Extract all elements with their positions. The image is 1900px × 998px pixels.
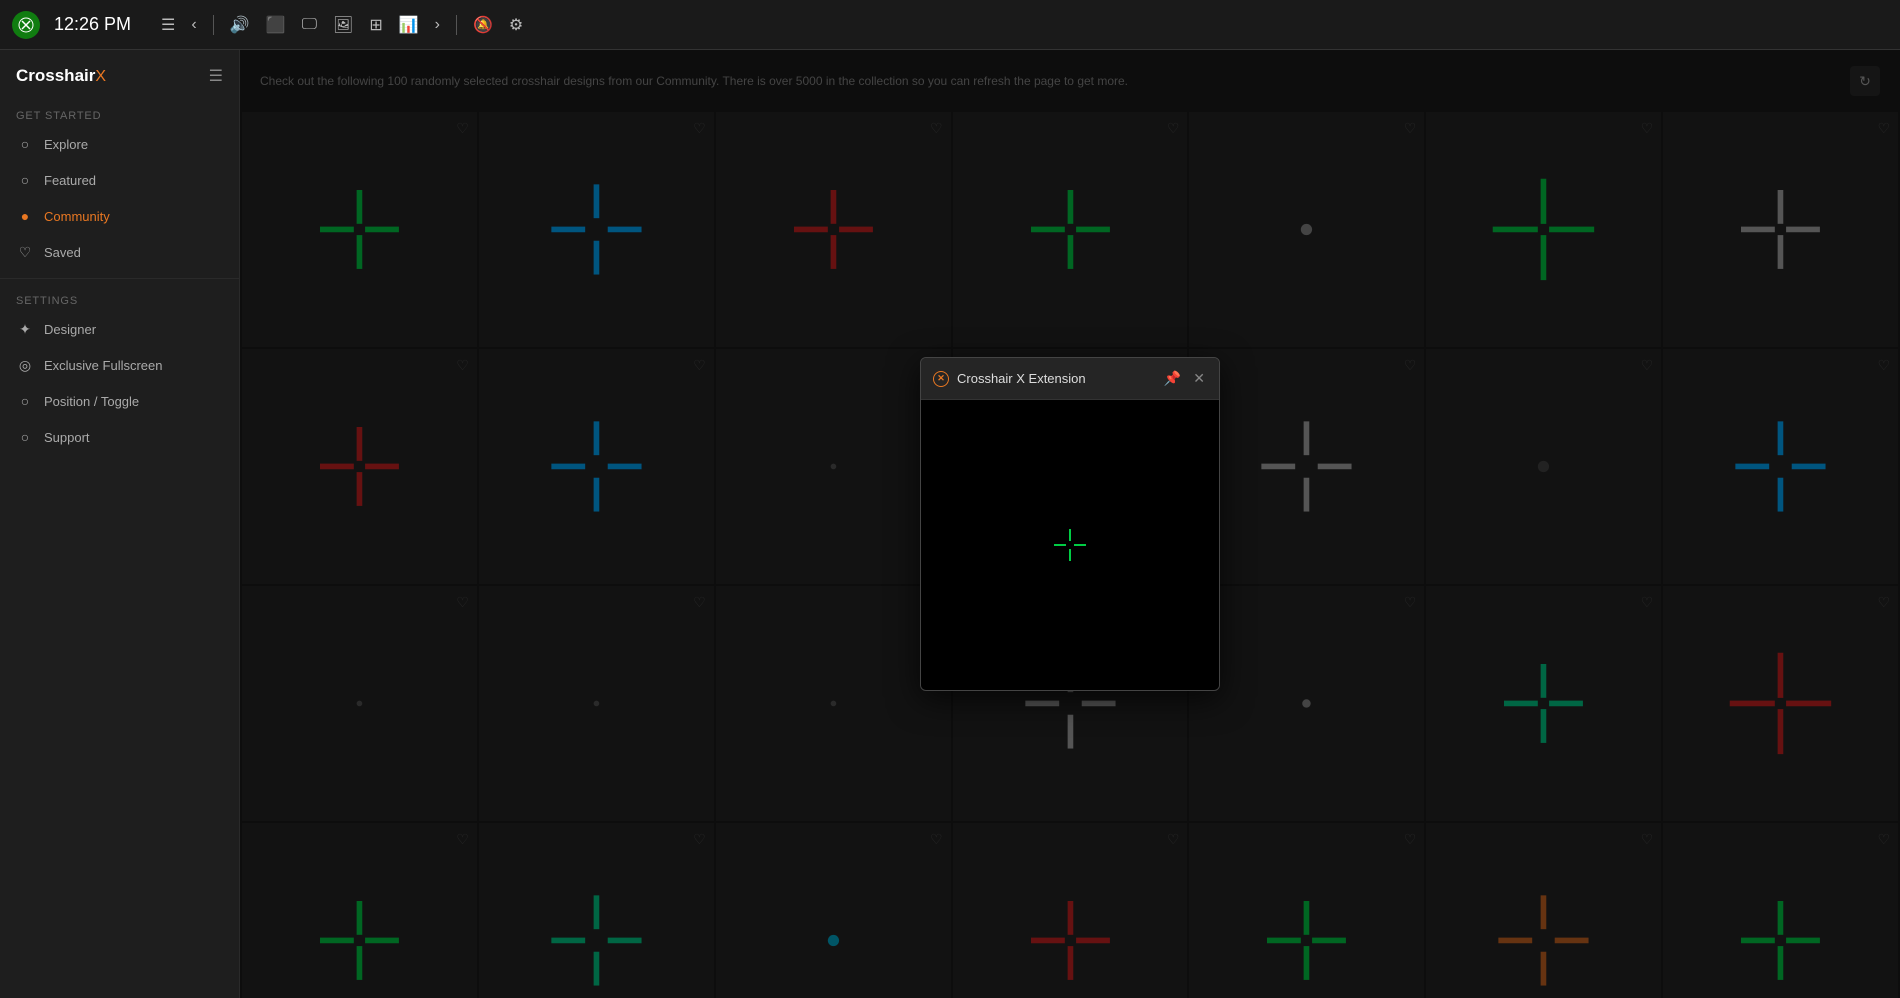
logo: CrosshairX	[16, 66, 106, 86]
sidebar-item-designer-label: Designer	[44, 322, 96, 337]
sidebar-item-saved-label: Saved	[44, 245, 81, 260]
taskbar-time: 12:26 PM	[54, 14, 131, 35]
sidebar-item-explore-label: Explore	[44, 137, 88, 152]
sidebar-toggle-icon[interactable]: ☰	[209, 66, 223, 86]
chart-icon[interactable]: 📊	[395, 11, 423, 39]
sidebar-item-support-label: Support	[44, 430, 90, 445]
xbox-icon[interactable]	[12, 11, 40, 39]
modal-logo: ✕	[933, 371, 949, 387]
menu-icon[interactable]: ☰	[157, 11, 179, 39]
logo-x: X	[95, 68, 106, 85]
volume-icon[interactable]: 🔊	[226, 11, 254, 39]
get-started-label: Get Started	[0, 102, 239, 126]
community-icon: ●	[16, 207, 34, 225]
mute-icon[interactable]: 🔕	[469, 11, 497, 39]
sidebar-item-designer[interactable]: ✦ Designer	[0, 311, 239, 347]
sidebar: CrosshairX ☰ Get Started ○ Explore ○ Fea…	[0, 50, 240, 998]
fullscreen-icon: ◎	[16, 356, 34, 374]
support-icon: ○	[16, 428, 34, 446]
taskbar-icon-group: ☰ ‹ 🔊 ⬛ 🖵 🖼 ⊞ 📊 › 🔕 ⚙	[157, 11, 527, 39]
modal-action-buttons: 📌 ✕	[1162, 368, 1207, 389]
modal-pin-button[interactable]: 📌	[1162, 368, 1183, 389]
settings-icon[interactable]: ⚙	[505, 11, 527, 39]
sidebar-logo-area: CrosshairX ☰	[0, 66, 239, 102]
modal-title: Crosshair X Extension	[957, 371, 1086, 386]
main-content: Check out the following 100 randomly sel…	[240, 50, 1900, 998]
sidebar-item-featured-label: Featured	[44, 173, 96, 188]
sidebar-item-support[interactable]: ○ Support	[0, 419, 239, 455]
logo-text: Crosshair	[16, 66, 95, 85]
app-container: CrosshairX ☰ Get Started ○ Explore ○ Fea…	[0, 50, 1900, 998]
modal-crosshair-preview	[1040, 515, 1100, 575]
sidebar-item-explore[interactable]: ○ Explore	[0, 126, 239, 162]
modal-body	[921, 400, 1219, 690]
designer-icon: ✦	[16, 320, 34, 338]
modal-header: ✕ Crosshair X Extension 📌 ✕	[921, 358, 1219, 400]
modal-title-group: ✕ Crosshair X Extension	[933, 371, 1086, 387]
modal-close-button[interactable]: ✕	[1191, 368, 1207, 389]
divider2	[456, 15, 457, 35]
display-icon[interactable]: 🖵	[298, 12, 321, 38]
sidebar-item-position-toggle[interactable]: ○ Position / Toggle	[0, 383, 239, 419]
position-icon: ○	[16, 392, 34, 410]
sidebar-item-community-label: Community	[44, 209, 110, 224]
sidebar-item-fullscreen-label: Exclusive Fullscreen	[44, 358, 163, 373]
sidebar-item-exclusive-fullscreen[interactable]: ◎ Exclusive Fullscreen	[0, 347, 239, 383]
sidebar-item-saved[interactable]: ♡ Saved	[0, 234, 239, 270]
saved-icon: ♡	[16, 243, 34, 261]
settings-label: Settings	[0, 287, 239, 311]
extension-modal: ✕ Crosshair X Extension 📌 ✕	[920, 357, 1220, 691]
record-icon[interactable]: ⬛	[262, 11, 290, 39]
sidebar-item-community[interactable]: ● Community	[0, 198, 239, 234]
binocular-icon[interactable]: ⊞	[365, 11, 386, 39]
modal-overlay[interactable]: ✕ Crosshair X Extension 📌 ✕	[240, 50, 1900, 998]
taskbar: 12:26 PM ☰ ‹ 🔊 ⬛ 🖵 🖼 ⊞ 📊 › 🔕 ⚙	[0, 0, 1900, 50]
back-icon[interactable]: ‹	[187, 12, 200, 38]
gallery-icon[interactable]: 🖼	[329, 11, 357, 39]
more-icon[interactable]: ›	[431, 12, 444, 38]
divider	[213, 15, 214, 35]
explore-icon: ○	[16, 135, 34, 153]
sidebar-item-featured[interactable]: ○ Featured	[0, 162, 239, 198]
sidebar-item-position-label: Position / Toggle	[44, 394, 139, 409]
sidebar-separator	[0, 278, 239, 279]
featured-icon: ○	[16, 171, 34, 189]
